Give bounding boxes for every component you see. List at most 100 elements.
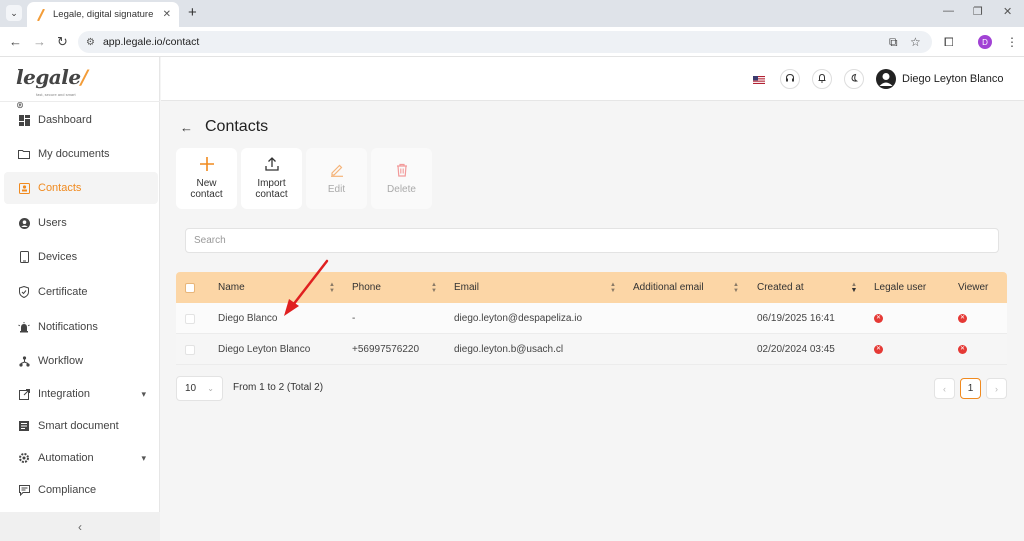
select-all-checkbox[interactable] [185, 272, 195, 303]
new-contact-label-2: contact [190, 189, 223, 200]
next-page-button[interactable]: › [986, 378, 1007, 399]
close-window-icon[interactable]: ✕ [1003, 5, 1012, 18]
cell-name: Diego Blanco [218, 313, 278, 324]
page-title-row: ← Contacts [180, 118, 268, 136]
sidebar-item-compliance[interactable]: Compliance [4, 474, 158, 506]
sort-email-icon[interactable]: ▲ ▼ [609, 281, 617, 295]
browser-menu-icon[interactable]: ⋮ [1006, 35, 1018, 49]
sort-phone-icon[interactable]: ▲ ▼ [430, 281, 438, 295]
new-contact-button[interactable]: New contact [176, 148, 237, 209]
folder-icon [18, 148, 30, 160]
table-header-row: Name ▲ ▼ Phone ▲ ▼ Email ▲ ▼ Additional ema… [176, 272, 1007, 303]
address-bar[interactable]: ⚙ app.legale.io/contact [78, 31, 932, 53]
sidebar-collapse-button[interactable]: ‹ [0, 512, 160, 541]
sidebar-item-my-documents[interactable]: My documents [4, 138, 158, 170]
extensions-icon[interactable]: ⧠ [944, 35, 954, 50]
avatar[interactable] [876, 69, 896, 89]
chevron-down-icon: ▾ [141, 388, 146, 399]
cell-created-at: 02/20/2024 03:45 [757, 344, 835, 355]
cell-email: diego.leyton@despapeliza.io [454, 313, 583, 324]
minimize-icon[interactable]: — [943, 5, 954, 17]
page-size-select[interactable]: 10 ⌄ [176, 376, 223, 401]
page-title: Contacts [205, 118, 269, 135]
cell-viewer: ✕ [958, 303, 967, 334]
cast-icon[interactable]: ⧉ [889, 35, 898, 50]
bell-icon [817, 73, 827, 86]
upload-icon [264, 157, 279, 174]
top-header: Diego Leyton Blanco [161, 57, 1024, 101]
sort-additional-email-icon[interactable]: ▲ ▼ [732, 281, 740, 295]
new-contact-label-1: New [196, 178, 217, 189]
shield-icon [18, 286, 30, 298]
false-status-icon: ✕ [958, 314, 967, 323]
back-icon[interactable]: ← [9, 34, 22, 49]
new-tab-icon[interactable]: + [188, 4, 197, 21]
table-row[interactable]: Diego Leyton Blanco +56997576220 diego.l… [176, 334, 1007, 365]
delete-button[interactable]: Delete [371, 148, 432, 209]
sidebar-item-contacts[interactable]: Contacts [4, 172, 158, 204]
support-headset-button[interactable] [780, 69, 800, 89]
column-header-email[interactable]: Email [454, 272, 479, 303]
sidebar-item-label: Dashboard [38, 114, 92, 126]
sidebar-item-dashboard[interactable]: Dashboard [4, 104, 158, 136]
integration-icon [18, 388, 30, 400]
import-contact-button[interactable]: Import contact [241, 148, 302, 209]
logo-tagline: fast, secure and smart [36, 92, 76, 97]
compliance-icon [18, 484, 30, 496]
delete-label: Delete [387, 183, 416, 195]
chevron-down-icon: ▾ [141, 452, 146, 463]
browser-tab-strip: ⌄ Legale, digital signature ✕ + — ❐ ✕ [0, 0, 1024, 27]
moon-icon [849, 73, 859, 86]
browser-profile-avatar[interactable]: D [978, 35, 992, 49]
theme-toggle-button[interactable] [844, 69, 864, 89]
column-header-legale-user[interactable]: Legale user [874, 272, 926, 303]
sidebar-item-label: Automation [38, 452, 94, 464]
sidebar: legale/® fast, secure and smart Dashboar… [0, 57, 160, 541]
pencil-icon [330, 163, 344, 180]
contacts-table: Name ▲ ▼ Phone ▲ ▼ Email ▲ ▼ Additional ema… [176, 272, 1007, 365]
row-checkbox[interactable] [185, 303, 195, 334]
column-header-viewer[interactable]: Viewer [958, 272, 988, 303]
legale-logo[interactable]: legale/® fast, secure and smart [16, 65, 88, 110]
browser-tab[interactable]: Legale, digital signature ✕ [27, 2, 179, 27]
cell-viewer: ✕ [958, 334, 967, 365]
sort-created-at-icon[interactable]: ▲ ▼ [850, 281, 858, 295]
reload-icon[interactable]: ↻ [57, 34, 68, 50]
bookmark-star-icon[interactable]: ☆ [910, 35, 921, 49]
us-flag-icon[interactable] [753, 75, 765, 84]
column-header-phone[interactable]: Phone [352, 272, 381, 303]
notifications-button[interactable] [812, 69, 832, 89]
previous-page-button[interactable]: ‹ [934, 378, 955, 399]
sidebar-item-automation[interactable]: Automation ▾ [4, 442, 158, 474]
sidebar-item-label: My documents [38, 148, 110, 160]
row-checkbox[interactable] [185, 334, 195, 365]
site-settings-icon[interactable]: ⚙ [86, 37, 95, 48]
sort-name-icon[interactable]: ▲ ▼ [328, 281, 336, 295]
forward-icon[interactable]: → [33, 34, 46, 49]
import-contact-label-2: contact [255, 189, 288, 200]
sidebar-item-workflow[interactable]: Workflow [4, 345, 158, 377]
sidebar-item-label: Workflow [38, 355, 84, 367]
sidebar-item-users[interactable]: Users [4, 207, 158, 239]
table-row[interactable]: Diego Blanco - diego.leyton@despapeliza.… [176, 303, 1007, 334]
page-1-button[interactable]: 1 [960, 378, 981, 399]
sidebar-item-label: Integration [38, 388, 90, 400]
contacts-icon [18, 182, 30, 194]
sidebar-item-smart-document[interactable]: Smart document [4, 410, 158, 442]
tab-close-icon[interactable]: ✕ [163, 9, 171, 20]
sidebar-item-devices[interactable]: Devices [4, 241, 158, 273]
column-header-name[interactable]: Name [218, 272, 245, 303]
sidebar-item-integration[interactable]: Integration ▾ [4, 378, 158, 410]
back-arrow-icon[interactable]: ← [180, 120, 193, 135]
import-contact-label-1: Import [257, 178, 286, 189]
sidebar-item-notifications[interactable]: Notifications [4, 311, 158, 343]
sidebar-item-certificate[interactable]: Certificate [4, 276, 158, 308]
cell-legale-user: ✕ [874, 303, 883, 334]
restore-icon[interactable]: ❐ [973, 5, 983, 18]
tab-search-icon[interactable]: ⌄ [6, 5, 22, 21]
search-input[interactable]: Search [185, 228, 999, 253]
edit-button[interactable]: Edit [306, 148, 367, 209]
user-name[interactable]: Diego Leyton Blanco [902, 73, 1004, 85]
column-header-additional-email[interactable]: Additional email [633, 272, 704, 303]
column-header-created-at[interactable]: Created at [757, 272, 804, 303]
